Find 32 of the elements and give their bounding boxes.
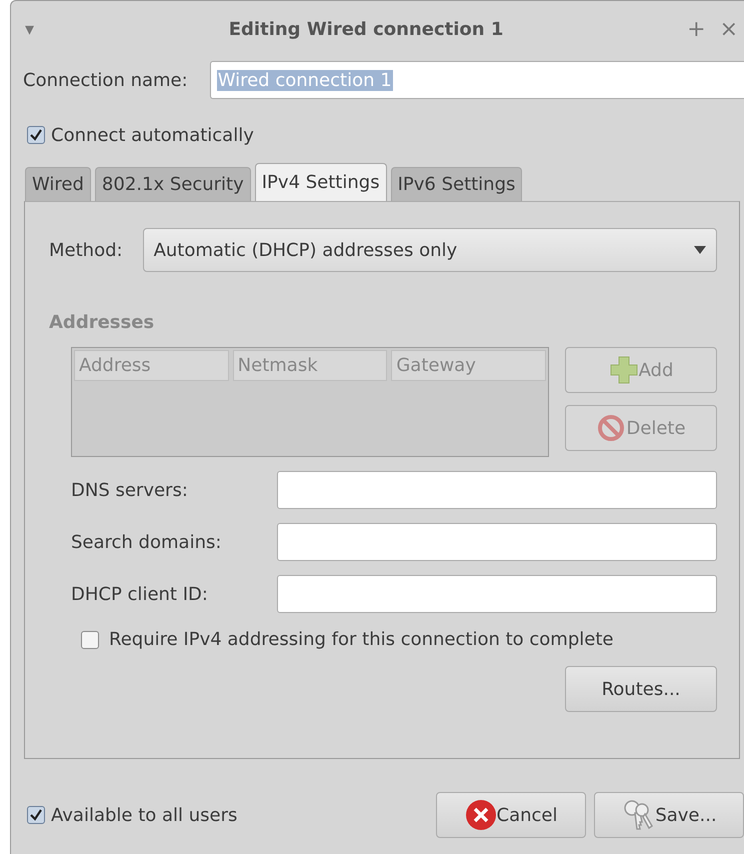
close-icon <box>464 799 496 831</box>
tab[interactable]: Wired <box>25 167 91 201</box>
checkbox-label: Require IPv4 addressing for this connection to complete <box>109 629 614 650</box>
field-label: Search domains: <box>71 532 222 552</box>
field-label: DHCP client ID: <box>71 584 209 604</box>
checkbox[interactable] <box>27 806 45 824</box>
field-label: Method: <box>49 240 123 260</box>
routes-button[interactable]: Routes... <box>565 666 717 712</box>
checkbox[interactable] <box>27 126 45 144</box>
checkbox-label: Connect automatically <box>51 124 254 146</box>
window-menu-icon[interactable]: ▾ <box>25 18 59 40</box>
text-field[interactable] <box>277 471 717 509</box>
save-button[interactable]: Save... <box>594 792 744 838</box>
method-dropdown[interactable]: Automatic (DHCP) addresses only <box>142 228 717 272</box>
dropdown-arrow-icon <box>694 246 706 254</box>
window-control[interactable]: + <box>687 16 706 42</box>
text-field[interactable] <box>277 523 717 561</box>
prohibited-icon <box>596 413 626 443</box>
window-control[interactable]: × <box>720 16 738 42</box>
window-title: Editing Wired connection 1 <box>228 18 504 40</box>
checkbox-label: Available to all users <box>51 804 238 826</box>
plus-icon <box>608 355 639 385</box>
cancel-button[interactable]: Cancel <box>436 792 586 838</box>
tab[interactable]: IPv4 Settings <box>254 163 387 201</box>
section-title: Addresses <box>49 312 156 333</box>
tab[interactable]: IPv6 Settings <box>390 167 522 201</box>
connection-name-field[interactable]: Wired connection 1 <box>210 61 744 99</box>
text-field[interactable] <box>277 575 717 613</box>
field-label: Connection name: <box>23 70 188 90</box>
field-label: DNS servers: <box>71 480 189 500</box>
tab[interactable]: 802.1x Security <box>94 167 251 201</box>
checkbox[interactable] <box>81 630 99 648</box>
